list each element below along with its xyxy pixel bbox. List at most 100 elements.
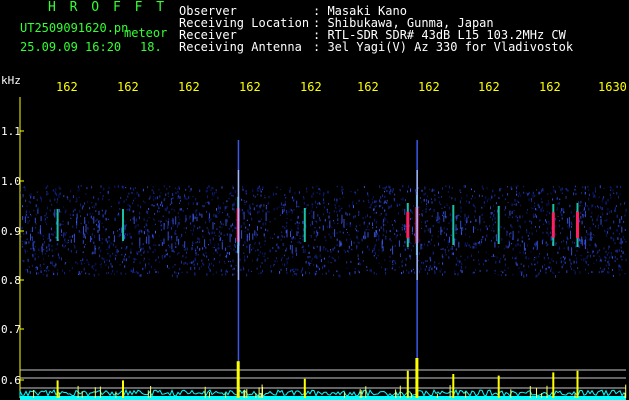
noise-pixel — [219, 210, 221, 213]
noise-pixel — [556, 209, 558, 211]
noise-pixel — [103, 187, 105, 191]
noise-pixel — [169, 203, 171, 206]
noise-pixel — [208, 263, 210, 267]
noise-pixel — [494, 194, 496, 197]
noise-pixel — [308, 251, 310, 254]
noise-pixel — [446, 233, 447, 237]
noise-pixel — [125, 253, 126, 256]
noise-pixel — [517, 219, 519, 222]
noise-pixel — [223, 260, 225, 263]
noise-pixel — [89, 212, 91, 216]
noise-pixel — [40, 270, 42, 273]
noise-pixel — [390, 204, 392, 208]
noise-pixel — [234, 244, 236, 247]
noise-pixel — [471, 188, 472, 191]
noise-pixel — [135, 258, 137, 260]
noise-pixel — [401, 272, 403, 275]
noise-pixel — [384, 209, 386, 212]
noise-pixel — [174, 187, 176, 189]
noise-pixel — [372, 201, 374, 204]
noise-pixel — [92, 218, 94, 220]
noise-pixel — [494, 221, 496, 224]
noise-pixel — [390, 240, 392, 242]
noise-pixel — [424, 268, 426, 271]
noise-pixel — [444, 248, 446, 251]
noise-pixel — [328, 269, 330, 273]
noise-pixel — [264, 243, 266, 246]
noise-pixel — [311, 235, 312, 238]
noise-pixel — [466, 194, 468, 198]
noise-streak — [466, 217, 468, 223]
noise-pixel — [225, 272, 227, 275]
noise-pixel — [372, 227, 374, 229]
noise-pixel — [153, 218, 155, 220]
noise-pixel — [358, 258, 360, 261]
noise-pixel — [208, 259, 209, 261]
noise-pixel — [191, 233, 193, 236]
noise-pixel — [55, 236, 57, 239]
noise-pixel — [610, 196, 612, 199]
noise-pixel — [543, 256, 545, 260]
noise-pixel — [242, 244, 244, 246]
noise-pixel — [59, 187, 61, 190]
noise-pixel — [532, 195, 534, 199]
noise-pixel — [536, 274, 538, 277]
noise-pixel — [97, 197, 99, 201]
noise-pixel — [410, 188, 411, 192]
noise-pixel — [455, 248, 457, 251]
noise-pixel — [429, 265, 431, 267]
noise-pixel — [475, 242, 477, 246]
noise-pixel — [67, 239, 69, 242]
noise-pixel — [226, 200, 228, 203]
noise-pixel — [447, 190, 449, 193]
noise-pixel — [320, 259, 322, 263]
noise-pixel — [50, 227, 52, 231]
noise-pixel — [65, 232, 67, 234]
noise-pixel — [343, 196, 345, 198]
noise-pixel — [210, 262, 212, 265]
noise-pixel — [318, 188, 320, 190]
noise-pixel — [284, 203, 286, 206]
noise-pixel — [524, 251, 526, 255]
noise-pixel — [209, 268, 210, 270]
noise-streak — [98, 210, 100, 215]
noise-pixel — [324, 235, 326, 239]
noise-pixel — [515, 185, 517, 188]
noise-pixel — [128, 192, 130, 195]
noise-pixel — [563, 239, 565, 243]
noise-pixel — [233, 267, 235, 270]
noise-pixel — [190, 267, 192, 270]
noise-pixel — [622, 251, 624, 254]
noise-pixel — [412, 268, 414, 271]
noise-pixel — [132, 257, 134, 260]
noise-pixel — [442, 211, 444, 215]
noise-streak — [133, 216, 135, 224]
noise-pixel — [417, 187, 419, 189]
noise-pixel — [26, 238, 28, 241]
noise-pixel — [210, 218, 212, 220]
noise-pixel — [243, 222, 245, 225]
noise-pixel — [177, 224, 179, 227]
noise-pixel — [534, 243, 535, 246]
noise-streak — [571, 247, 573, 256]
noise-pixel — [185, 256, 187, 259]
noise-pixel — [182, 210, 184, 213]
noise-pixel — [46, 193, 48, 196]
noise-pixel — [374, 245, 376, 248]
noise-pixel — [299, 238, 301, 239]
noise-pixel — [598, 271, 600, 274]
noise-pixel — [134, 271, 136, 274]
noise-pixel — [206, 227, 208, 229]
noise-pixel — [309, 272, 310, 275]
noise-pixel — [267, 202, 269, 205]
noise-pixel — [39, 264, 41, 267]
noise-pixel — [52, 271, 54, 274]
noise-pixel — [25, 241, 27, 245]
noise-pixel — [256, 233, 258, 236]
noise-pixel — [143, 260, 145, 262]
noise-pixel — [560, 260, 562, 264]
noise-pixel — [570, 265, 572, 268]
noise-pixel — [414, 222, 416, 225]
noise-pixel — [121, 253, 123, 256]
noise-pixel — [569, 204, 571, 208]
